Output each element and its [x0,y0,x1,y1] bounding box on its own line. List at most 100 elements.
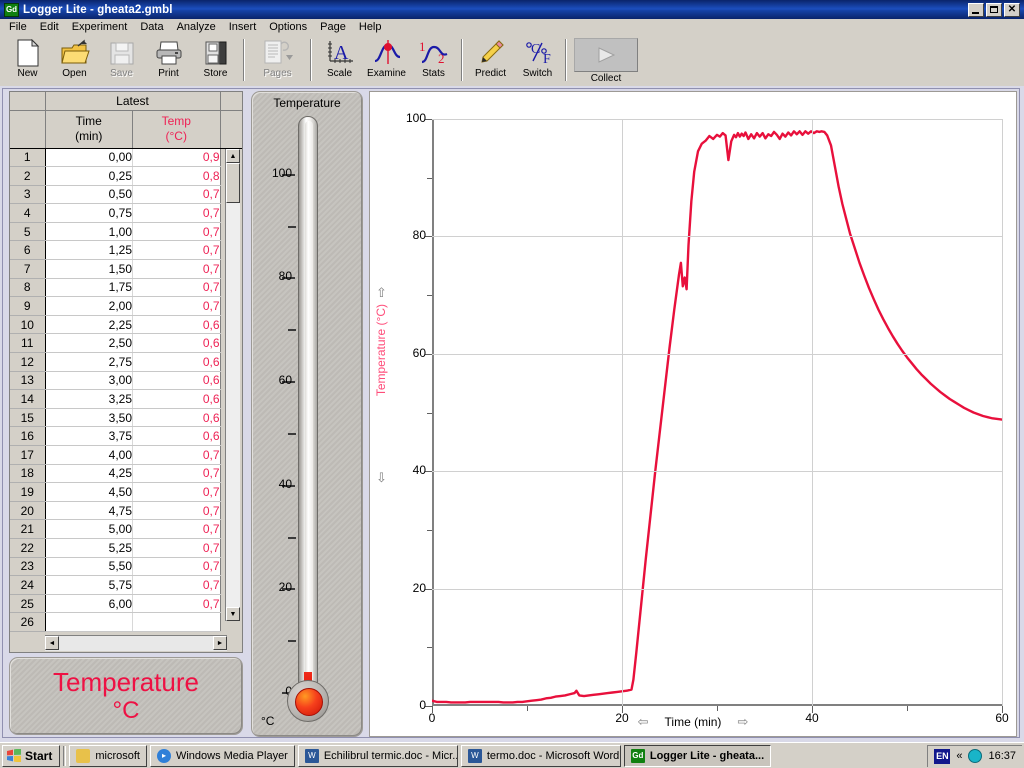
cell-temp[interactable] [132,612,221,632]
cell-temp[interactable]: 0,7 [132,445,221,465]
cell-temp[interactable]: 0,7 [132,278,221,298]
table-row[interactable]: 18 4,25 0,7 [10,464,242,484]
scroll-right-button[interactable]: ► [213,636,227,650]
cell-time[interactable]: 3,75 [45,426,133,446]
menu-insert[interactable]: Insert [223,20,264,35]
toolbar-save-button[interactable]: Save [98,38,145,84]
cell-temp[interactable]: 0,6 [132,371,221,391]
collect-button-face[interactable] [574,38,638,72]
table-row[interactable]: 2 0,25 0,8 [10,166,242,186]
scroll-up-button[interactable]: ▲ [226,149,240,163]
table-row[interactable]: 6 1,25 0,7 [10,240,242,261]
minimize-button[interactable] [968,2,984,17]
cell-temp[interactable]: 0,6 [132,408,221,428]
toolbar-store-button[interactable]: Store [192,38,239,84]
table-row[interactable]: 23 5,50 0,7 [10,557,242,577]
cell-temp[interactable]: 0,6 [132,426,221,446]
cell-time[interactable]: 2,50 [45,333,133,354]
cell-time[interactable]: 5,00 [45,519,133,539]
plot-area[interactable]: 0 20 40 60 80 100 0 20 40 60 [406,111,1009,725]
toolbar-stats-button[interactable]: 1 2 Stats [410,38,457,84]
cell-time[interactable]: 4,25 [45,464,133,484]
cell-time[interactable]: 1,75 [45,278,133,298]
table-row[interactable]: 9 2,00 0,7 [10,296,242,316]
cell-temp[interactable]: 0,6 [132,333,221,354]
table-row[interactable]: 12 2,75 0,6 [10,352,242,372]
cell-temp[interactable]: 0,8 [132,166,221,186]
y-axis-up-arrow-icon[interactable]: ⇧ [376,285,387,301]
cell-temp[interactable]: 0,7 [132,259,221,279]
cell-time[interactable]: 6,00 [45,594,133,614]
toolbar-predict-button[interactable]: Predict [467,38,514,84]
cell-temp[interactable]: 0,7 [132,538,221,558]
cell-temp[interactable]: 0,7 [132,222,221,242]
menu-data[interactable]: Data [134,20,170,35]
scroll-down-button[interactable]: ▼ [226,607,240,621]
close-button[interactable]: ✕ [1004,2,1020,17]
cell-temp[interactable]: 0,6 [132,389,221,409]
table-row[interactable]: 7 1,50 0,7 [10,259,242,279]
cell-temp[interactable]: 0,7 [132,240,221,261]
x-axis-left-arrow-icon[interactable]: ⇦ [638,714,649,730]
cell-time[interactable]: 3,50 [45,408,133,428]
cell-time[interactable]: 1,25 [45,240,133,261]
thermometer-meter[interactable]: Temperature 020406080100 °C [251,91,363,737]
x-axis-label[interactable]: Time (min) [665,715,722,729]
cell-temp[interactable]: 0,7 [132,203,221,223]
table-row[interactable]: 10 2,25 0,6 [10,315,242,335]
cell-time[interactable]: 5,75 [45,575,133,595]
tray-expand-chevron-icon[interactable]: « [956,750,962,762]
menu-experiment[interactable]: Experiment [66,20,135,35]
cell-time[interactable]: 5,50 [45,557,133,577]
cell-time[interactable]: 2,25 [45,315,133,335]
table-row[interactable]: 8 1,75 0,7 [10,278,242,298]
cell-time[interactable]: 4,75 [45,501,133,521]
x-axis-right-arrow-icon[interactable]: ⇨ [737,714,748,730]
column-header-time[interactable]: Time (min) [45,110,133,149]
maximize-button[interactable] [986,2,1002,17]
table-vertical-scrollbar[interactable]: ▲ ▼ [225,149,241,621]
menu-edit[interactable]: Edit [34,20,66,35]
cell-time[interactable]: 4,00 [45,445,133,465]
menu-options[interactable]: Options [263,20,314,35]
cell-time[interactable]: 2,75 [45,352,133,372]
cell-time[interactable]: 5,25 [45,538,133,558]
table-row[interactable]: 1 0,00 0,9 [10,148,242,168]
toolbar-new-button[interactable]: New [4,38,51,84]
cell-temp[interactable]: 0,7 [132,575,221,595]
y-axis-label[interactable]: Temperature (°C) [374,304,388,396]
cell-time[interactable]: 0,25 [45,166,133,186]
table-row[interactable]: 25 6,00 0,7 [10,594,242,614]
table-horizontal-scrollbar[interactable]: ◄ ► [45,635,227,651]
table-row[interactable]: 24 5,75 0,7 [10,575,242,595]
menu-file[interactable]: File [3,20,34,35]
menu-page[interactable]: Page [314,20,353,35]
language-indicator[interactable]: EN [934,748,951,764]
cell-temp[interactable]: 0,6 [132,315,221,335]
cell-temp[interactable]: 0,7 [132,296,221,316]
cell-time[interactable]: 1,00 [45,222,133,242]
menu-analyze[interactable]: Analyze [171,20,223,35]
cell-time[interactable]: 3,25 [45,389,133,409]
scroll-thumb[interactable] [226,163,240,203]
taskbar-clock[interactable]: 16:37 [988,750,1016,762]
cell-temp[interactable]: 0,7 [132,519,221,539]
taskbar-button[interactable]: ▸ Windows Media Player [149,744,295,767]
toolbar-scale-button[interactable]: A Scale [316,38,363,84]
toolbar-pages-button[interactable]: Pages [249,38,306,84]
cell-temp[interactable]: 0,7 [132,501,221,521]
cell-time[interactable]: 1,50 [45,259,133,279]
table-row[interactable]: 26 [10,612,242,632]
table-row[interactable]: 20 4,75 0,7 [10,501,242,521]
cell-temp[interactable]: 0,7 [132,464,221,484]
table-row[interactable]: 15 3,50 0,6 [10,408,242,428]
cell-time[interactable]: 0,00 [45,148,133,168]
table-row[interactable]: 16 3,75 0,6 [10,426,242,446]
cell-temp[interactable]: 0,7 [132,185,221,205]
table-row[interactable]: 14 3,25 0,6 [10,389,242,409]
toolbar-print-button[interactable]: Print [145,38,192,84]
table-row[interactable]: 22 5,25 0,7 [10,538,242,558]
graph-title-box[interactable]: Temperature °C [9,657,243,735]
cell-temp[interactable]: 0,7 [132,557,221,577]
table-row[interactable]: 11 2,50 0,6 [10,333,242,354]
